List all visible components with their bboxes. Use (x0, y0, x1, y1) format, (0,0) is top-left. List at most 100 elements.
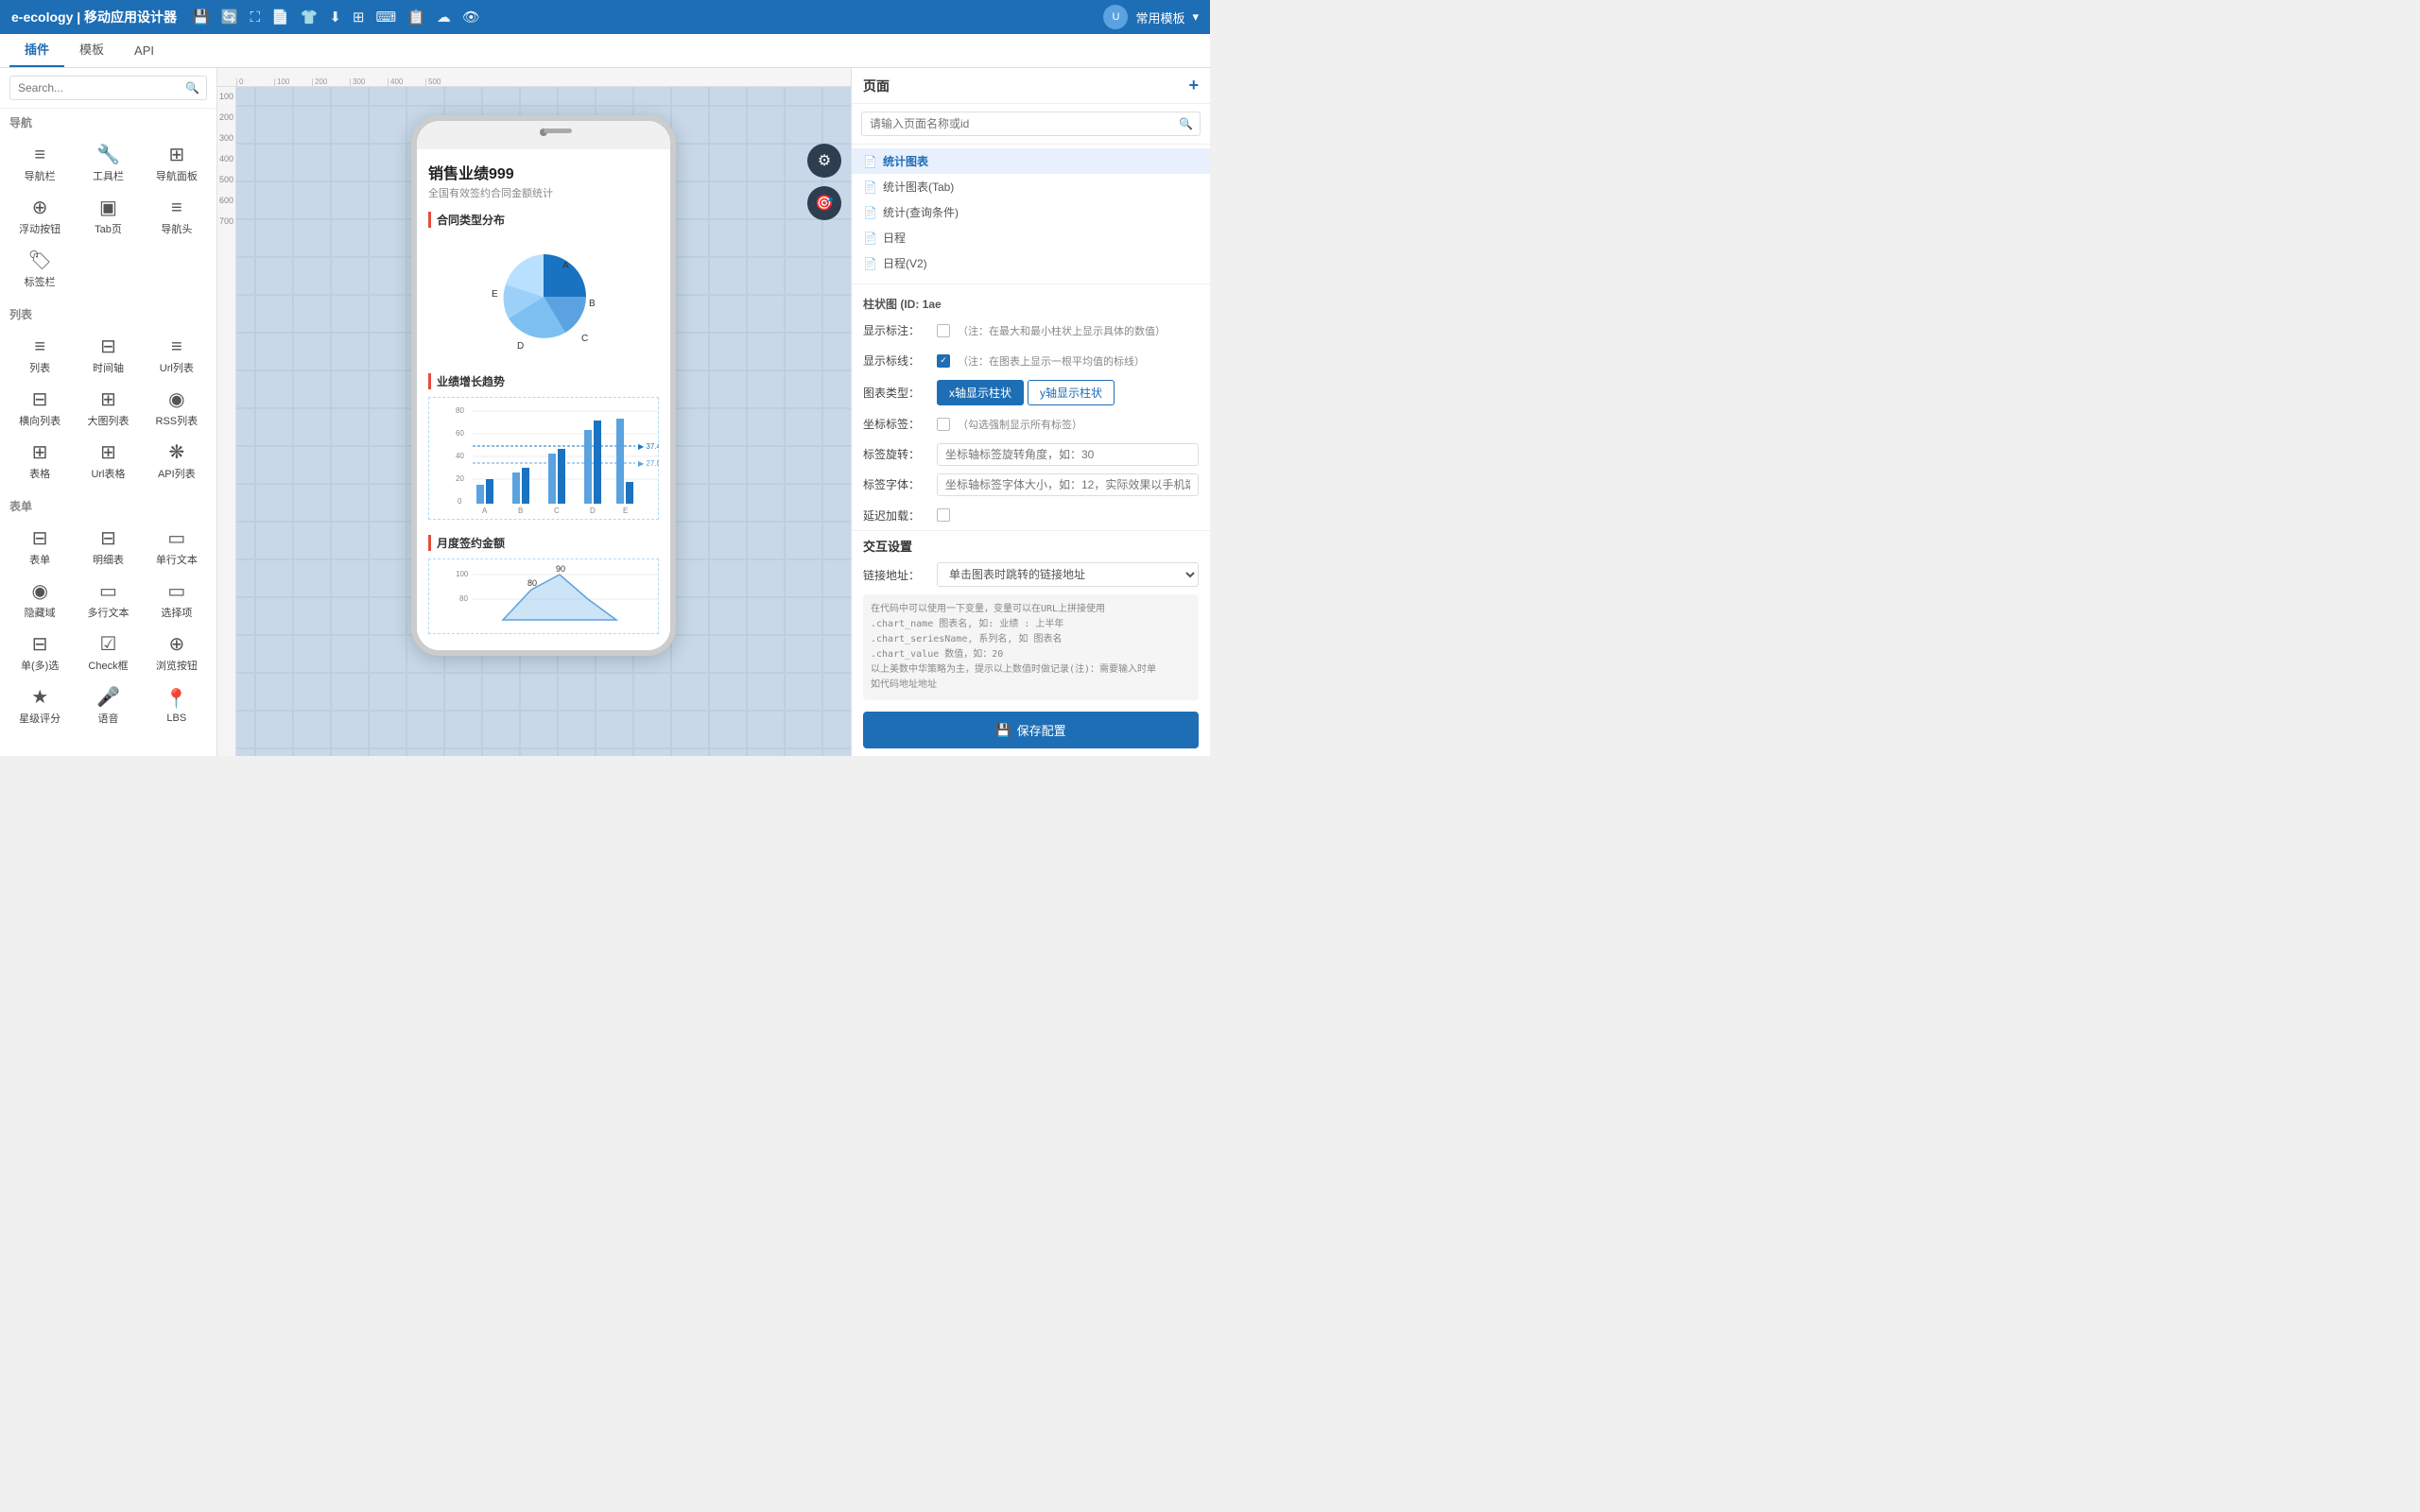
page-item-p2[interactable]: 📄 统计图表(Tab) (852, 174, 1210, 199)
tab-templates[interactable]: 模板 (64, 32, 119, 67)
plugin-table[interactable]: ⊞ 表格 (6, 436, 74, 489)
axis-label-checkbox[interactable] (937, 418, 950, 431)
plugin-voice[interactable]: 🎤 语音 (74, 680, 142, 733)
page-item-p4[interactable]: 📄 日程 (852, 225, 1210, 250)
plugin-starrating[interactable]: ★ 星级评分 (6, 680, 74, 733)
tab-api[interactable]: API (119, 36, 169, 67)
plugin-urltable[interactable]: ⊞ Url表格 (74, 436, 142, 489)
link-select[interactable]: 单击图表时跳转的链接地址 (937, 562, 1199, 587)
plugin-navpanel[interactable]: ⊞ 导航面板 (143, 138, 211, 191)
ruler-mark-100: 100 (274, 78, 312, 86)
y-label-40: 40 (456, 452, 464, 460)
plugin-singletext[interactable]: ▭ 单行文本 (143, 522, 211, 575)
keyboard-icon[interactable]: ⌨ (375, 9, 396, 26)
plugin-tagbar[interactable]: 🏷 标签栏 (6, 244, 74, 297)
target-float-btn[interactable]: 🎯 (807, 186, 841, 220)
refresh-icon[interactable]: 🔄 (221, 9, 239, 26)
phone-screen[interactable]: 销售业绩999 全国有效签约合同金额统计 合同类型分布 (417, 149, 670, 650)
delay-load-label: 延迟加载： (863, 507, 929, 524)
apilist-label: API列表 (158, 466, 196, 481)
y-label-60: 60 (456, 429, 464, 438)
x-label-d: D (590, 507, 596, 515)
search-input[interactable] (9, 76, 207, 100)
label-rotate-input[interactable] (937, 443, 1199, 466)
phone-title: 销售业绩999 (428, 161, 659, 183)
navhead-icon: ≡ (171, 198, 182, 217)
page-item-p3[interactable]: 📄 统计(查询条件) (852, 199, 1210, 225)
code-line-4: .chart_value 数值，如：20 (871, 647, 1191, 662)
config-show-avg-row: 显示标线： ✓ （注：在图表上显示一根平均值的标线） (852, 346, 1210, 376)
plugin-navbar[interactable]: ≡ 导航栏 (6, 138, 74, 191)
cloud-icon[interactable]: ☁ (437, 9, 451, 26)
download-icon[interactable]: ⬇ (329, 9, 341, 26)
singleselect-label: 单(多)选 (21, 658, 59, 673)
tagbar-label: 标签栏 (25, 274, 56, 289)
pie-chart-svg: A B C D E (468, 235, 619, 358)
plugin-list[interactable]: ≡ 列表 (6, 330, 74, 383)
interaction-section-header: 交互设置 (852, 530, 1210, 558)
plugin-form[interactable]: ⊟ 表单 (6, 522, 74, 575)
navbar-icon: ≡ (34, 146, 45, 164)
page-search-icon: 🔍 (1179, 117, 1193, 130)
add-page-button[interactable]: + (1188, 76, 1199, 95)
rsslist-label: RSS列表 (156, 413, 199, 428)
plugin-toolbar[interactable]: 🔧 工具栏 (74, 138, 142, 191)
template-label[interactable]: 常用模板 (1135, 9, 1184, 26)
page-item-p1[interactable]: 📄 统计图表 (852, 148, 1210, 174)
plugin-selectitem[interactable]: ▭ 选择项 (143, 575, 211, 627)
plugin-browsebtn[interactable]: ⊕ 浏览按钮 (143, 627, 211, 680)
browsebtn-label: 浏览按钮 (156, 658, 198, 673)
save-icon[interactable]: 💾 (192, 9, 210, 26)
section-title-form: 表单 (0, 492, 216, 518)
plugin-tabpage[interactable]: ▣ Tab页 (74, 191, 142, 244)
plugin-checkframe[interactable]: ☑ Check框 (74, 627, 142, 680)
tab-plugins[interactable]: 插件 (9, 32, 64, 67)
code-line-2: .chart_name 图表名, 如: 业绩 : 上半年 (871, 617, 1191, 632)
pie-label-a: A (562, 261, 569, 271)
plugin-detail[interactable]: ⊟ 明细表 (74, 522, 142, 575)
upload-icon[interactable]: 👕 (301, 9, 319, 26)
plugin-imglist[interactable]: ⊞ 大图列表 (74, 383, 142, 436)
plugin-hidden[interactable]: ◉ 隐藏域 (6, 575, 74, 627)
x-label-a: A (482, 507, 488, 515)
pie-chart-container: A B C D E (428, 235, 659, 358)
plugin-singleselect[interactable]: ⊟ 单(多)选 (6, 627, 74, 680)
settings-float-btn[interactable]: ⚙ (807, 144, 841, 178)
export-icon[interactable]: 📄 (271, 9, 289, 26)
list-icon: ≡ (34, 337, 45, 356)
delay-load-checkbox[interactable] (937, 508, 950, 522)
ruler-mark-500: 500 (425, 78, 463, 86)
plugin-apilist[interactable]: ❋ API列表 (143, 436, 211, 489)
timeline-label: 时间轴 (93, 360, 124, 375)
ruler-left-200: 200 (219, 112, 233, 122)
chevron-down-icon[interactable]: ▾ (1192, 9, 1199, 25)
plugin-timeline[interactable]: ⊟ 时间轴 (74, 330, 142, 383)
plugin-hlist[interactable]: ⊟ 横向列表 (6, 383, 74, 436)
fullscreen-icon[interactable]: ⛶ (250, 9, 260, 26)
chart-type-y-button[interactable]: y轴显示柱状 (1028, 380, 1115, 405)
plugin-urllist[interactable]: ≡ Url列表 (143, 330, 211, 383)
show-avg-checkbox[interactable]: ✓ (937, 354, 950, 368)
plugin-multitext[interactable]: ▭ 多行文本 (74, 575, 142, 627)
table-label: 表格 (29, 466, 50, 481)
plugin-lbs[interactable]: 📍 LBS (143, 680, 211, 733)
table-icon: ⊞ (32, 443, 48, 462)
page-search-input[interactable] (861, 112, 1201, 136)
plugin-floatbtn[interactable]: ⊕ 浮动按钮 (6, 191, 74, 244)
grid-icon[interactable]: ⊞ (353, 9, 365, 26)
save-config-button[interactable]: 💾 保存配置 (863, 712, 1199, 748)
avg-value-374: ▶ 37.4 (638, 442, 659, 451)
lbs-label: LBS (166, 713, 186, 724)
chart-type-x-button[interactable]: x轴显示柱状 (937, 380, 1024, 405)
label-fontsize-input[interactable] (937, 473, 1199, 496)
page-item-p5[interactable]: 📄 日程(V2) (852, 250, 1210, 276)
plugin-navhead[interactable]: ≡ 导航头 (143, 191, 211, 244)
copy-icon[interactable]: 📋 (407, 9, 425, 26)
navbar-label: 导航栏 (25, 168, 56, 183)
show-label-checkbox[interactable] (937, 324, 950, 337)
axis-label-label: 坐标标签： (863, 416, 929, 432)
urllist-label: Url列表 (160, 360, 194, 375)
eye-icon[interactable]: 👁 (462, 9, 480, 26)
monthly-label-80: 80 (527, 578, 537, 588)
plugin-rsslist[interactable]: ◉ RSS列表 (143, 383, 211, 436)
